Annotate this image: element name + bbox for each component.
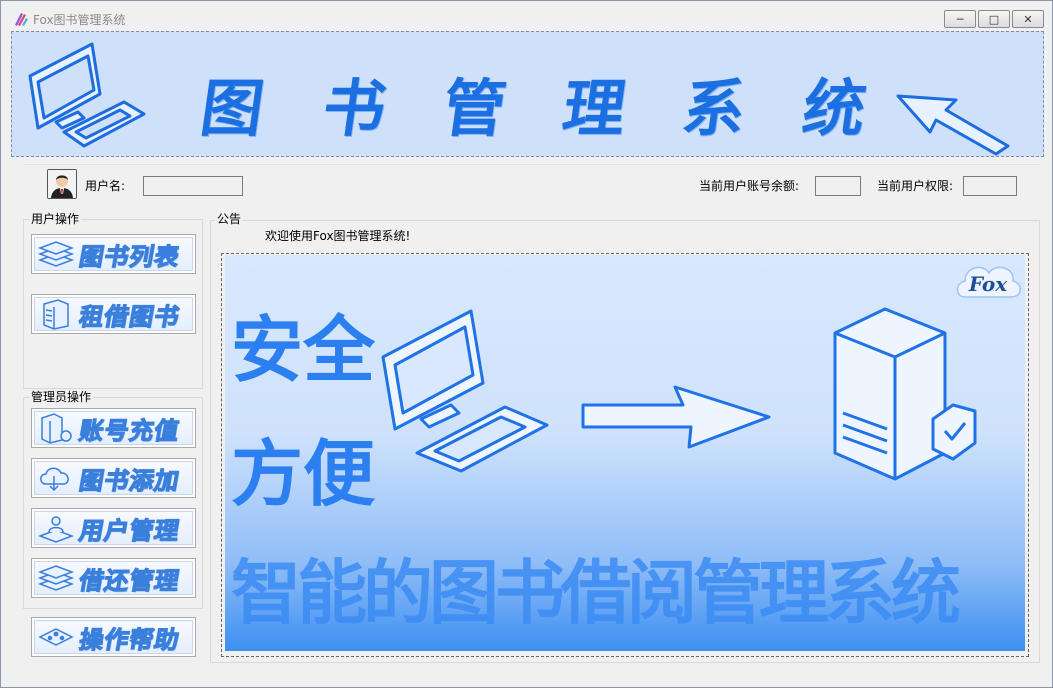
add-book-label: 图书添加 xyxy=(76,465,183,495)
permission-field[interactable] xyxy=(963,176,1017,196)
fox-badge: Fox xyxy=(956,266,1021,298)
computer-icon xyxy=(381,309,549,473)
book-list-label: 图书列表 xyxy=(76,241,183,271)
admin-ops-title: 管理员操作 xyxy=(29,390,94,404)
balance-label: 当前用户账号余额: xyxy=(699,179,800,193)
server-icon xyxy=(833,307,977,481)
poster-line2: 方便 xyxy=(231,432,376,516)
permission-label: 当前用户权限: xyxy=(877,179,954,193)
user-manage-icon xyxy=(37,516,75,543)
help-label: 操作帮助 xyxy=(76,624,183,654)
window-title: Fox图书管理系统 xyxy=(33,13,126,27)
add-book-icon xyxy=(40,467,69,492)
banner-title-char: 书 xyxy=(318,72,391,145)
borrow-return-label: 借还管理 xyxy=(76,565,183,595)
username-label: 用户名: xyxy=(85,179,126,193)
banner-title-char: 统 xyxy=(798,72,871,145)
arrow-icon xyxy=(896,94,1010,156)
rent-book-button[interactable]: 租借图书 xyxy=(31,294,196,334)
fox-badge-text: Fox xyxy=(968,272,1008,296)
user-manage-button[interactable]: 用户管理 xyxy=(31,508,196,548)
close-button[interactable]: ✕ xyxy=(1012,10,1044,28)
minimize-icon: ─ xyxy=(956,12,964,26)
book-stack-icon xyxy=(37,241,75,267)
user-avatar-icon xyxy=(48,170,76,198)
help-button[interactable]: 操作帮助 xyxy=(31,617,196,657)
recharge-icon xyxy=(41,413,72,444)
notice-text: 欢迎使用Fox图书管理系统! xyxy=(265,229,411,243)
poster-slogan: 智能的图书借阅管理系统 xyxy=(231,552,961,634)
add-book-button[interactable]: 图书添加 xyxy=(31,458,196,498)
minimize-button[interactable]: ─ xyxy=(944,10,976,28)
recharge-label: 账号充值 xyxy=(76,415,183,445)
poster-image: 安全 方便 智能的图书借阅管理系统 Fox xyxy=(225,255,1025,651)
poster-line1: 安全 xyxy=(231,308,376,392)
notice-title: 公告 xyxy=(215,212,244,226)
borrow-return-button[interactable]: 借还管理 xyxy=(31,558,196,598)
book-list-button[interactable]: 图书列表 xyxy=(31,234,196,274)
maximize-button[interactable]: □ xyxy=(978,10,1010,28)
help-icon xyxy=(38,628,74,646)
arrow-icon xyxy=(581,385,771,449)
username-field[interactable] xyxy=(143,176,243,196)
banner-title-char: 系 xyxy=(678,72,751,145)
banner-title-char: 图 xyxy=(196,72,269,145)
app-icon xyxy=(15,13,28,26)
recharge-button[interactable]: 账号充值 xyxy=(31,408,196,448)
banner-title-char: 管 xyxy=(438,72,511,145)
avatar xyxy=(47,169,77,199)
user-info-bar: 用户名: 当前用户账号余额: 当前用户权限: xyxy=(23,164,1040,204)
maximize-icon: □ xyxy=(988,12,1000,26)
user-manage-label: 用户管理 xyxy=(76,515,183,545)
main-window: Fox图书管理系统 ─ □ ✕ 图 书 管 理 系 统 用户名: 当前用户账号余… xyxy=(0,0,1053,688)
banner-title-char: 理 xyxy=(558,72,631,145)
borrow-return-icon xyxy=(37,565,75,591)
header-banner: 图 书 管 理 系 统 xyxy=(11,31,1044,157)
title-bar[interactable]: Fox图书管理系统 ─ □ ✕ xyxy=(1,1,1052,31)
book-shelf-icon xyxy=(43,299,69,330)
rent-book-label: 租借图书 xyxy=(76,301,183,331)
close-icon: ✕ xyxy=(1023,12,1033,26)
user-ops-title: 用户操作 xyxy=(29,212,82,226)
balance-field[interactable] xyxy=(815,176,861,196)
banner-title: 图 书 管 理 系 统 xyxy=(12,32,1043,156)
